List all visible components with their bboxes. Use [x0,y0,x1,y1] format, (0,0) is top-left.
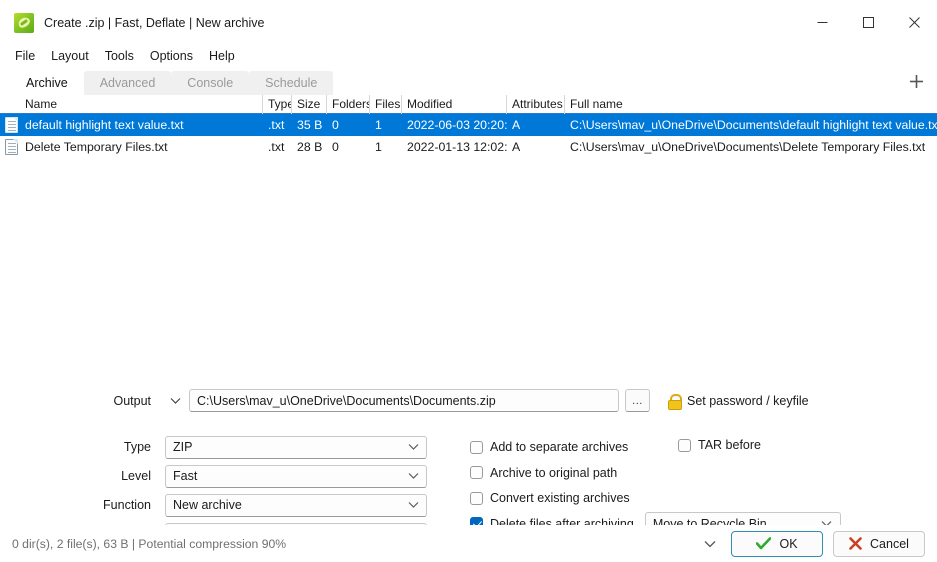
chevron-down-icon [408,501,419,509]
label-add-to-separate-archives: Add to separate archives [490,440,629,455]
minimize-icon[interactable] [799,0,845,45]
column-header-name[interactable]: Name [0,95,263,114]
tab-archive[interactable]: Archive [10,71,84,95]
ok-label: OK [779,536,798,551]
table-row[interactable]: Delete Temporary Files.txt .txt 28 B 0 1… [0,136,937,158]
type-select[interactable]: ZIP [165,435,427,459]
status-text: 0 dir(s), 2 file(s), 63 B | Potential co… [12,536,287,551]
checkbox-archive-to-original-path[interactable] [470,466,483,480]
menu-bar: File Layout Tools Options Help [0,45,937,67]
column-header-size[interactable]: Size [292,95,327,114]
cell-files: 1 [375,140,382,154]
menu-item-file[interactable]: File [7,47,43,65]
function-row: Function New archive [0,491,470,520]
file-name-text: default highlight text value.txt [25,118,184,132]
window-controls [799,0,937,45]
column-header-files[interactable]: Files [370,95,402,114]
column-header-type[interactable]: Type [263,95,292,114]
level-row: Level Fast [0,462,470,491]
option-tar-before[interactable]: TAR before [678,433,761,459]
menu-item-layout[interactable]: Layout [43,47,97,65]
text-file-icon [5,139,18,155]
chevron-down-icon[interactable] [698,532,722,556]
level-label: Level [121,469,151,483]
cell-name: Delete Temporary Files.txt [0,136,263,158]
window-title: Create .zip | Fast, Deflate | New archiv… [44,15,265,30]
maximize-icon[interactable] [845,0,891,45]
tab-strip: Archive Advanced Console Schedule [0,67,937,95]
label-archive-to-original-path: Archive to original path [490,465,618,480]
cell-name: default highlight text value.txt [0,114,263,136]
type-row: Type ZIP [0,433,470,462]
option-add-to-separate-archives[interactable]: Add to separate archives TAR before [470,435,937,461]
output-path-input[interactable]: C:\Users\mav_u\OneDrive\Documents\Docume… [189,389,619,412]
menu-item-options[interactable]: Options [142,47,201,65]
column-header-modified[interactable]: Modified [402,95,507,114]
option-archive-to-original-path[interactable]: Archive to original path [470,460,937,486]
checkbox-tar-before[interactable] [678,438,691,452]
file-list-header: Name Type Size Folders Files Modified At… [0,95,937,114]
output-history-chevron-down-icon[interactable] [165,397,185,405]
cell-attributes: A [512,118,521,132]
browse-button[interactable]: ... [625,389,650,412]
cell-modified: 2022-06-03 20:20:40 [407,118,507,132]
column-header-fullname[interactable]: Full name [565,95,937,114]
type-value: ZIP [173,440,193,454]
level-select[interactable]: Fast [165,464,427,488]
function-select[interactable]: New archive [165,493,427,517]
chevron-down-icon [408,443,419,451]
peazip-icon [14,12,34,33]
ok-button[interactable]: OK [731,530,823,557]
option-convert-existing-archives[interactable]: Convert existing archives [470,486,937,512]
file-name-text: Delete Temporary Files.txt [25,140,168,154]
cell-attributes: A [512,140,521,154]
menu-item-tools[interactable]: Tools [97,47,142,65]
checkmark-icon [756,537,772,550]
cell-type: .txt [268,118,285,132]
cancel-button[interactable]: Cancel [833,530,925,557]
label-convert-existing-archives: Convert existing archives [490,491,630,506]
close-icon[interactable] [891,0,937,45]
output-row: Output C:\Users\mav_u\OneDrive\Documents… [0,386,937,416]
lock-icon [668,393,682,410]
cancel-label: Cancel [870,536,909,551]
cell-folders: 0 [332,118,339,132]
cell-fullname: C:\Users\mav_u\OneDrive\Documents\Delete… [570,140,926,154]
title-bar: Create .zip | Fast, Deflate | New archiv… [0,0,937,45]
function-label: Function [103,498,151,512]
cell-modified: 2022-01-13 12:02:18 [407,140,507,154]
type-label: Type [123,440,151,454]
menu-item-help[interactable]: Help [201,47,243,65]
label-tar-before: TAR before [698,438,761,453]
text-file-icon [5,117,18,133]
plus-icon[interactable] [903,69,929,93]
dialog-actions: OK Cancel [698,530,925,557]
x-icon [849,537,862,550]
tab-schedule[interactable]: Schedule [249,71,334,95]
chevron-down-icon [408,472,419,480]
output-label: Output [113,393,151,408]
function-value: New archive [173,498,242,512]
cell-folders: 0 [332,140,339,154]
cell-size: 35 B [297,118,323,132]
file-list: Name Type Size Folders Files Modified At… [0,95,937,378]
tab-console[interactable]: Console [171,71,250,95]
checkbox-convert-existing-archives[interactable] [470,491,483,505]
create-archive-window: Create .zip | Fast, Deflate | New archiv… [0,0,937,562]
cell-type: .txt [268,140,285,154]
table-row[interactable]: default highlight text value.txt .txt 35… [0,114,937,136]
cell-fullname: C:\Users\mav_u\OneDrive\Documents\defaul… [570,118,937,132]
level-value: Fast [173,469,198,483]
checkbox-add-to-separate-archives[interactable] [470,440,483,454]
tab-advanced[interactable]: Advanced [83,71,172,95]
set-password-button[interactable]: Set password / keyfile [668,393,809,410]
cell-size: 28 B [297,140,323,154]
column-header-folders[interactable]: Folders [327,95,370,114]
status-bar: 0 dir(s), 2 file(s), 63 B | Potential co… [0,525,937,562]
column-header-attributes[interactable]: Attributes [507,95,565,114]
set-password-label: Set password / keyfile [687,393,809,408]
cell-files: 1 [375,118,382,132]
